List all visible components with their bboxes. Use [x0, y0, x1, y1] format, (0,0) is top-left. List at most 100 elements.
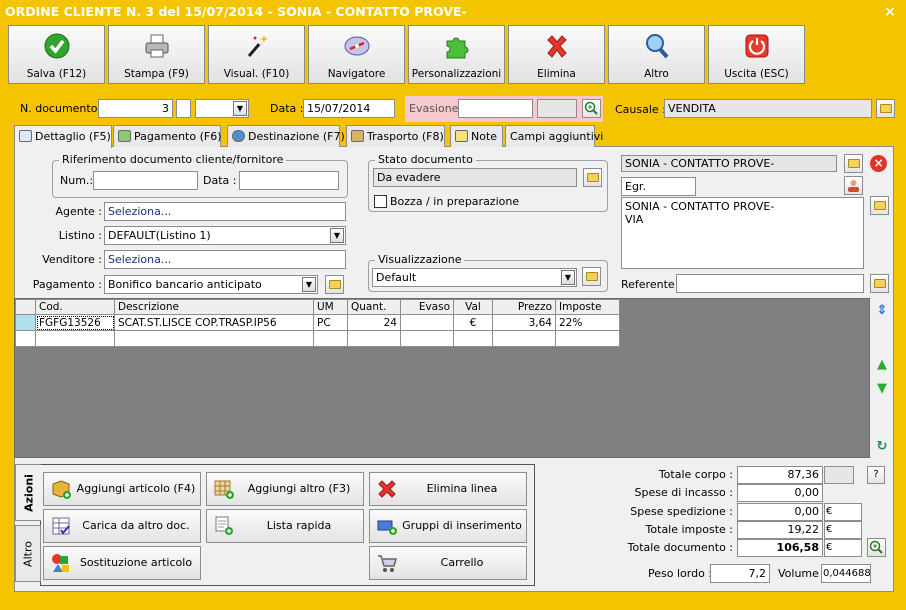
- ndoc-input[interactable]: 3: [98, 99, 173, 118]
- col-cod[interactable]: Cod.: [35, 299, 115, 315]
- tab-pagamento[interactable]: Pagamento (F6): [113, 125, 222, 147]
- cell-cod[interactable]: FGFG13526: [35, 314, 115, 331]
- cliente-contact-button[interactable]: [844, 176, 863, 195]
- cell-um[interactable]: [313, 330, 348, 347]
- insertion-groups-button[interactable]: Gruppi di inserimento: [369, 509, 527, 543]
- col-imposte[interactable]: Imposte: [555, 299, 620, 315]
- cell-descrizione[interactable]: [114, 330, 314, 347]
- causale-folder-button[interactable]: [876, 99, 895, 118]
- cliente-title-input[interactable]: Egr.: [621, 177, 696, 196]
- other-button[interactable]: Altro: [608, 25, 705, 84]
- col-quant[interactable]: Quant.: [347, 299, 401, 315]
- spese-spedizione-label: Spese spedizione :: [630, 505, 733, 518]
- cliente-address[interactable]: SONIA - CONTATTO PROVE- VIA: [621, 197, 864, 269]
- pagamento-folder-button[interactable]: [325, 275, 344, 294]
- visual-select[interactable]: Default ▼: [372, 268, 577, 287]
- bozza-checkbox[interactable]: [374, 195, 387, 208]
- stato-folder-button[interactable]: [583, 168, 602, 187]
- move-double-arrow-icon[interactable]: ⇕: [873, 302, 891, 320]
- cliente-folder-button[interactable]: [844, 154, 863, 173]
- referente-input[interactable]: [676, 274, 864, 293]
- tab-dettaglio[interactable]: Dettaglio (F5): [14, 125, 112, 148]
- help-button[interactable]: ?: [867, 466, 885, 484]
- peso-lordo-value[interactable]: 7,2: [710, 564, 770, 583]
- tab-destinazione-label: Destinazione (F7): [248, 130, 345, 143]
- tab-note[interactable]: Note: [450, 125, 503, 147]
- exit-button[interactable]: Uscita (ESC): [708, 25, 805, 84]
- quick-list-button[interactable]: Lista rapida: [206, 509, 364, 543]
- row-indicator: [15, 314, 36, 331]
- date-input[interactable]: 15/07/2014: [303, 99, 395, 118]
- referente-folder-button[interactable]: [870, 274, 889, 293]
- causale-input[interactable]: VENDITA: [664, 99, 872, 118]
- print-button[interactable]: Stampa (F9): [108, 25, 205, 84]
- tab-altro[interactable]: Altro: [15, 525, 41, 582]
- rif-num-input[interactable]: [93, 171, 198, 190]
- arrow-up-icon[interactable]: ▲: [873, 356, 891, 374]
- delete-line-button[interactable]: Elimina linea: [369, 472, 527, 506]
- add-article-button[interactable]: Aggiungi articolo (F4): [43, 472, 201, 506]
- cell-val[interactable]: €: [453, 314, 493, 331]
- cell-evaso[interactable]: [400, 314, 454, 331]
- col-val[interactable]: Val: [453, 299, 493, 315]
- ndoc-series-select[interactable]: ▼: [195, 99, 249, 118]
- navigator-button[interactable]: Navigatore: [308, 25, 405, 84]
- volume-value[interactable]: 0,044688: [821, 564, 871, 583]
- table-row[interactable]: FGFG13526 SCAT.ST.LISCE COP.TRASP.IP56 P…: [15, 314, 620, 331]
- listino-select[interactable]: DEFAULT(Listino 1) ▼: [104, 226, 346, 245]
- evasione-zoom-button[interactable]: [582, 99, 601, 118]
- cell-val[interactable]: [453, 330, 493, 347]
- delete-button-label: Elimina: [537, 68, 576, 80]
- remove-client-icon[interactable]: ×: [870, 155, 887, 172]
- close-window-button[interactable]: ×: [882, 0, 898, 24]
- cell-prezzo[interactable]: 3,64: [492, 314, 556, 331]
- replace-article-button[interactable]: Sostituzione articolo: [43, 546, 201, 580]
- cart-button[interactable]: Carrello: [369, 546, 527, 580]
- venditore-input[interactable]: Seleziona...: [104, 250, 346, 269]
- totale-imposte-label: Totale imposte :: [645, 523, 733, 536]
- cell-imposte[interactable]: 22%: [555, 314, 620, 331]
- pagamento-select[interactable]: Bonifico bancario anticipato ▼: [104, 275, 318, 294]
- address-folder-button[interactable]: [870, 196, 889, 215]
- cell-quant[interactable]: [347, 330, 401, 347]
- load-from-doc-button[interactable]: Carica da altro doc.: [43, 509, 201, 543]
- cell-imposte[interactable]: [555, 330, 620, 347]
- tab-campi-aggiuntivi[interactable]: Campi aggiuntivi: [505, 125, 603, 147]
- delete-button[interactable]: Elimina: [508, 25, 605, 84]
- ndoc-suffix[interactable]: [176, 99, 191, 118]
- save-button[interactable]: Salva (F12): [8, 25, 105, 84]
- arrow-down-icon[interactable]: ▼: [873, 380, 891, 398]
- stato-title: Stato documento: [375, 154, 476, 166]
- items-table[interactable]: Cod. Descrizione UM Quant. Evaso Val Pre…: [15, 299, 620, 347]
- agente-input[interactable]: Seleziona...: [104, 202, 346, 221]
- tab-destinazione[interactable]: Destinazione (F7): [227, 125, 345, 147]
- cell-um[interactable]: PC: [313, 314, 348, 331]
- customizations-button[interactable]: Personalizzazioni: [408, 25, 505, 84]
- tab-azioni[interactable]: Azioni: [15, 464, 41, 521]
- preview-button[interactable]: Visual. (F10): [208, 25, 305, 84]
- cell-evaso[interactable]: [400, 330, 454, 347]
- spese-incasso-value[interactable]: 0,00: [737, 484, 823, 502]
- refresh-icon[interactable]: ↻: [873, 438, 891, 456]
- cell-prezzo[interactable]: [492, 330, 556, 347]
- spese-spedizione-value[interactable]: 0,00: [737, 503, 823, 521]
- cell-descrizione[interactable]: SCAT.ST.LISCE COP.TRASP.IP56: [114, 314, 314, 331]
- totale-documento-unit: €: [824, 539, 862, 557]
- visual-folder-button[interactable]: [582, 267, 601, 286]
- evasione-input[interactable]: [458, 99, 533, 118]
- listino-value: DEFAULT(Listino 1): [108, 229, 211, 242]
- col-evaso[interactable]: Evaso: [400, 299, 454, 315]
- col-um[interactable]: UM: [313, 299, 348, 315]
- table-row[interactable]: [15, 330, 620, 347]
- chevron-down-icon: ▼: [561, 270, 575, 285]
- col-prezzo[interactable]: Prezzo: [492, 299, 556, 315]
- rif-data-input[interactable]: [239, 171, 339, 190]
- col-descrizione[interactable]: Descrizione: [114, 299, 314, 315]
- cell-quant[interactable]: 24: [347, 314, 401, 331]
- address-line-2: VIA: [625, 213, 644, 226]
- tab-trasporto[interactable]: Trasporto (F8): [346, 125, 445, 147]
- cell-cod[interactable]: [35, 330, 115, 347]
- add-other-button[interactable]: Aggiungi altro (F3): [206, 472, 364, 506]
- totale-zoom-button[interactable]: [867, 538, 886, 557]
- chevron-down-icon: ▼: [233, 101, 247, 116]
